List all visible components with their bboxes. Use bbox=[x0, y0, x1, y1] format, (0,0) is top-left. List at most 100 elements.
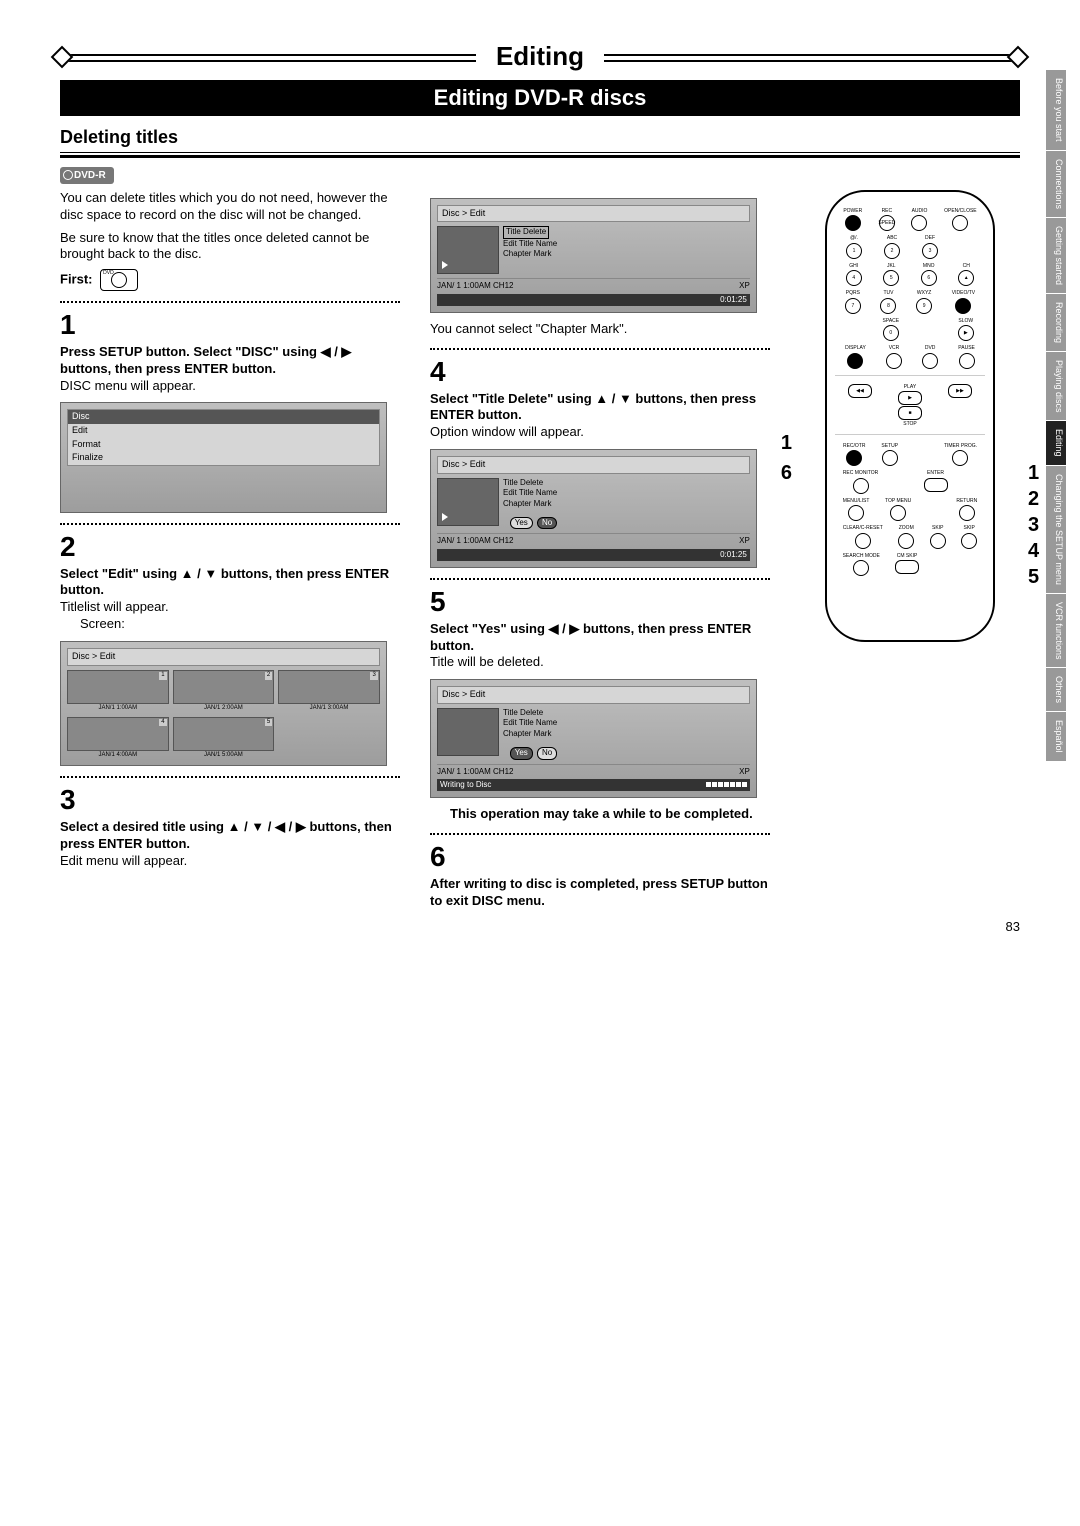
yes-no: Yes No bbox=[503, 517, 557, 529]
remote-button bbox=[952, 215, 968, 231]
header-title: Editing bbox=[476, 40, 604, 74]
divider bbox=[430, 833, 770, 835]
remote-button: 9 bbox=[916, 298, 932, 314]
thumb-label: JAN/1 3:00AM bbox=[278, 705, 380, 713]
side-tab[interactable]: Before you start bbox=[1046, 70, 1066, 150]
section-heading: Deleting titles bbox=[60, 126, 1020, 157]
writing-bar: Writing to Disc bbox=[437, 779, 750, 791]
edit-menu-screen-3: Disc > Edit Title Delete Edit Title Name… bbox=[430, 679, 757, 798]
divider bbox=[60, 523, 400, 525]
thumb: 1 bbox=[67, 670, 169, 704]
step-4-bold: Select "Title Delete" using ▲ / ▼ button… bbox=[430, 391, 756, 423]
remote-button bbox=[882, 450, 898, 466]
thumb-label: JAN/1 5:00AM bbox=[173, 752, 275, 760]
edit-menu-screen-2: Disc > Edit Title Delete Edit Title Name… bbox=[430, 449, 757, 568]
callout-right-4: 4 bbox=[1028, 538, 1048, 564]
side-tab[interactable]: Connections bbox=[1046, 151, 1066, 217]
side-tab[interactable]: VCR functions bbox=[1046, 594, 1066, 668]
step-2-text: Select "Edit" using ▲ / ▼ buttons, then … bbox=[60, 566, 400, 634]
thumb: 4 bbox=[67, 717, 169, 751]
side-tab[interactable]: Getting started bbox=[1046, 218, 1066, 293]
remote-button bbox=[911, 215, 927, 231]
step-5-after: Title will be deleted. bbox=[430, 654, 544, 669]
intro-p2: Be sure to know that the titles once del… bbox=[60, 230, 400, 264]
titlelist-screen: Disc > Edit 1JAN/1 1:00AM2JAN/1 2:00AM3J… bbox=[60, 641, 387, 766]
callout-left-6: 6 bbox=[772, 460, 792, 486]
remote-button: ▲ bbox=[958, 270, 974, 286]
divider bbox=[60, 301, 400, 303]
dvdr-badge: DVD-R bbox=[60, 167, 114, 184]
step-3-text: Select a desired title using ▲ / ▼ / ◀ /… bbox=[60, 819, 400, 870]
step-5-num: 5 bbox=[430, 584, 770, 620]
remote-button bbox=[886, 353, 902, 369]
side-tab[interactable]: Changing the SETUP menu bbox=[1046, 466, 1066, 593]
remote-button bbox=[955, 298, 971, 314]
edit-menu-screen-1: Disc > Edit Title Delete Edit Title Name… bbox=[430, 198, 757, 313]
step-4-num: 4 bbox=[430, 354, 770, 390]
side-tab[interactable]: Editing bbox=[1046, 421, 1066, 465]
rewind-button: ◀◀ bbox=[848, 384, 872, 398]
thumb: 2 bbox=[173, 670, 275, 704]
preview-box bbox=[437, 708, 499, 756]
yes-no: Yes No bbox=[503, 747, 557, 759]
play-icon bbox=[442, 261, 448, 269]
remote-button bbox=[846, 450, 862, 466]
side-tabs: Before you startConnectionsGetting start… bbox=[1046, 70, 1066, 762]
step-1-bold: Press SETUP button. Select "DISC" using … bbox=[60, 344, 351, 376]
edit-options: Title Delete Edit Title Name Chapter Mar… bbox=[503, 226, 557, 274]
disc-menu-item: Edit bbox=[68, 424, 379, 438]
remote-button: SPEED bbox=[879, 215, 895, 231]
step-6-bold: After writing to disc is completed, pres… bbox=[430, 876, 768, 908]
intro-p1: You can delete titles which you do not n… bbox=[60, 190, 400, 224]
page-number: 83 bbox=[1006, 919, 1020, 936]
step-4-after: Option window will appear. bbox=[430, 424, 584, 439]
step-6-num: 6 bbox=[430, 839, 770, 875]
remote-button bbox=[895, 560, 919, 574]
remote-button bbox=[845, 215, 861, 231]
left-column: You can delete titles which you do not n… bbox=[60, 190, 400, 916]
remote-button bbox=[924, 478, 948, 492]
remote-button bbox=[890, 505, 906, 521]
first-label: First: bbox=[60, 272, 93, 287]
disc-menu-title: Disc bbox=[68, 410, 379, 424]
remote-button bbox=[853, 478, 869, 494]
step-2-bold: Select "Edit" using ▲ / ▼ buttons, then … bbox=[60, 566, 389, 598]
preview-box bbox=[437, 226, 499, 274]
side-tab[interactable]: Español bbox=[1046, 712, 1066, 761]
step-2-num: 2 bbox=[60, 529, 400, 565]
divider bbox=[430, 348, 770, 350]
remote-button bbox=[898, 533, 914, 549]
remote-button bbox=[959, 505, 975, 521]
first-line: First: bbox=[60, 269, 400, 291]
step-3-num: 3 bbox=[60, 782, 400, 818]
chapter-note: You cannot select "Chapter Mark". bbox=[430, 321, 770, 338]
callout-right-1: 1 bbox=[1028, 460, 1048, 486]
ff-button: ▶▶ bbox=[948, 384, 972, 398]
nav-cluster: ◀◀ PLAY ▶ ■ STOP ▶▶ bbox=[835, 375, 985, 428]
remote-button: 5 bbox=[883, 270, 899, 286]
remote-diagram: POWERRECSPEEDAUDIOOPEN/CLOSE@/.1ABC2DEF3… bbox=[825, 190, 995, 643]
step-3-after: Edit menu will appear. bbox=[60, 853, 187, 868]
subheader: Editing DVD-R discs bbox=[60, 80, 1020, 117]
step-2-after: Titlelist will appear. bbox=[60, 599, 169, 614]
side-tab[interactable]: Others bbox=[1046, 668, 1066, 711]
thumb-label: JAN/1 2:00AM bbox=[173, 705, 275, 713]
remote-button bbox=[922, 353, 938, 369]
remote-button: 3 bbox=[922, 243, 938, 259]
breadcrumb: Disc > Edit bbox=[67, 648, 380, 666]
step-1-after: DISC menu will appear. bbox=[60, 378, 196, 393]
play-button: ▶ bbox=[898, 391, 922, 405]
side-tab[interactable]: Recording bbox=[1046, 294, 1066, 351]
disc-menu-screen: Disc Edit Format Finalize bbox=[60, 402, 387, 513]
step-1-num: 1 bbox=[60, 307, 400, 343]
divider bbox=[430, 578, 770, 580]
status-row: JAN/ 1 1:00AM CH12 XP bbox=[437, 278, 750, 291]
side-tab[interactable]: Playing discs bbox=[1046, 352, 1066, 421]
page-header: Editing bbox=[60, 40, 1020, 74]
remote-button bbox=[848, 505, 864, 521]
disc-menu-item: Finalize bbox=[68, 451, 379, 465]
step-5-text: Select "Yes" using ◀ / ▶ buttons, then p… bbox=[430, 621, 770, 672]
remote-button: 1 bbox=[846, 243, 862, 259]
remote-button bbox=[952, 450, 968, 466]
thumb-label: JAN/1 4:00AM bbox=[67, 752, 169, 760]
